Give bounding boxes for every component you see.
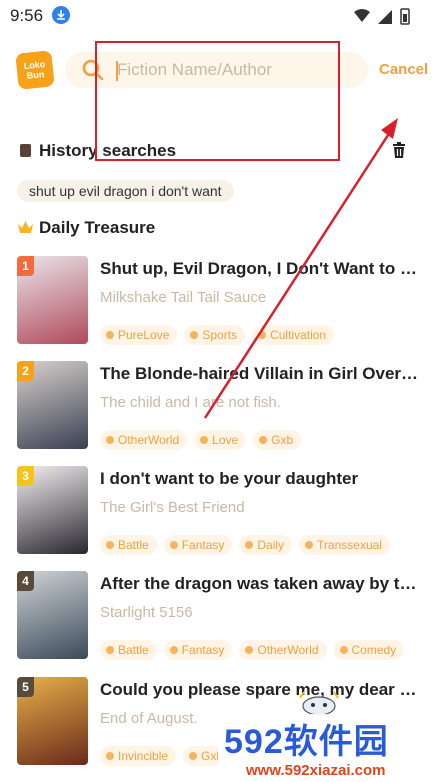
book-title[interactable]: Shut up, Evil Dragon, I Don't Want to Ra…	[100, 259, 420, 279]
genre-tag[interactable]: OtherWorld	[100, 430, 188, 450]
tag-icon	[258, 331, 267, 339]
treasure-title: Daily Treasure	[39, 218, 156, 237]
genre-tag[interactable]: Battle	[100, 535, 157, 555]
tag-icon	[245, 541, 254, 549]
tag-label: Love	[212, 433, 239, 447]
tag-icon	[106, 541, 114, 549]
tag-icon	[106, 436, 114, 444]
book-author: The child and I are not fish.	[100, 394, 281, 411]
app-logo: Loko Bun	[15, 50, 55, 90]
genre-tag[interactable]: Fantasy	[163, 535, 233, 555]
annotation-box	[95, 41, 340, 161]
tag-icon	[106, 752, 114, 760]
rank-badge: 4	[17, 571, 34, 591]
genre-tag[interactable]: Invincible	[100, 746, 177, 766]
tag-label: Transsexual	[317, 538, 382, 552]
tag-icon	[189, 752, 198, 760]
book-item[interactable]: 2 The Blonde-haired Villain in Girl Overl…	[0, 361, 440, 451]
download-icon	[52, 6, 70, 24]
book-cover[interactable]: 3	[17, 466, 88, 554]
book-tags: OtherWorld Love Gxb	[100, 430, 302, 450]
tag-label: Cultivation	[270, 328, 327, 342]
genre-tag[interactable]: Transsexual	[299, 535, 390, 555]
tag-icon	[106, 646, 114, 654]
tag-label: Battle	[118, 643, 149, 657]
genre-tag[interactable]: Fantasy	[163, 640, 233, 660]
genre-tag[interactable]: PureLove	[100, 325, 178, 345]
book-title[interactable]: After the dragon was taken away by the p…	[100, 574, 420, 594]
tag-label: Daily	[257, 538, 285, 552]
tag-label: PureLove	[118, 328, 170, 342]
tag-label: Gxb	[271, 433, 294, 447]
rank-badge: 2	[17, 361, 34, 381]
book-cover[interactable]: 5	[17, 677, 88, 765]
mascot-icon	[299, 691, 339, 716]
status-icons	[354, 8, 410, 25]
genre-tag[interactable]: Gxb	[253, 430, 302, 450]
book-cover[interactable]: 4	[17, 571, 88, 659]
genre-tag[interactable]: Comedy	[333, 640, 405, 660]
book-tags: Battle Fantasy OtherWorld Comedy	[100, 640, 405, 660]
tag-label: Invincible	[118, 749, 169, 763]
book-title[interactable]: Could you please spare me, my dear siste…	[100, 680, 420, 700]
book-tags: Battle Fantasy Daily Transsexual	[100, 535, 390, 555]
tag-label: OtherWorld	[257, 643, 319, 657]
crown-icon	[18, 221, 33, 233]
tag-label: Fantasy	[181, 643, 225, 657]
book-tags: PureLove Sports Cultivation	[100, 325, 335, 345]
book-item[interactable]: 3 I don't want to be your daughter The Gir…	[0, 466, 440, 556]
rank-badge: 3	[17, 466, 34, 486]
history-icon	[20, 144, 31, 157]
book-title[interactable]: The Blonde-haired Villain in Girl Overlo…	[100, 364, 420, 384]
tag-label: Fantasy	[181, 538, 225, 552]
tag-icon	[169, 646, 178, 654]
trash-icon[interactable]	[392, 142, 406, 158]
tag-icon	[259, 436, 268, 444]
book-item[interactable]: 1 Shut up, Evil Dragon, I Don't Want to R…	[0, 256, 440, 346]
genre-tag[interactable]: Cultivation	[252, 325, 335, 345]
genre-tag[interactable]: Love	[194, 430, 247, 450]
tag-icon	[339, 646, 348, 654]
history-chip[interactable]: shut up evil dragon i don't want	[17, 180, 234, 202]
genre-tag[interactable]: OtherWorld	[239, 640, 327, 660]
rank-badge: 1	[17, 256, 34, 276]
status-bar: 9:56	[0, 0, 440, 32]
status-time: 9:56	[10, 6, 44, 25]
book-title[interactable]: I don't want to be your daughter	[100, 469, 420, 489]
tag-label: Sports	[202, 328, 238, 342]
tag-icon	[106, 331, 114, 339]
tag-icon	[305, 541, 314, 549]
book-tags: Invincible Gxb	[100, 746, 232, 766]
book-author: Starlight 5156	[100, 604, 193, 621]
book-author: End of August.	[100, 710, 198, 727]
watermark: 592软件园 www.592xiazai.com	[218, 714, 440, 782]
tag-label: OtherWorld	[118, 433, 180, 447]
tag-icon	[190, 331, 199, 339]
tag-icon	[200, 436, 209, 444]
genre-tag[interactable]: Sports	[184, 325, 246, 345]
book-cover[interactable]: 2	[17, 361, 88, 449]
rank-badge: 5	[17, 677, 34, 697]
book-item[interactable]: 4 After the dragon was taken away by the …	[0, 571, 440, 661]
genre-tag[interactable]: Battle	[100, 640, 157, 660]
watermark-url: www.592xiazai.com	[246, 762, 386, 779]
book-cover[interactable]: 1	[17, 256, 88, 344]
tag-label: Battle	[118, 538, 149, 552]
book-author: Milkshake Tail Tail Sauce	[100, 289, 267, 306]
watermark-title: 592软件园	[224, 723, 389, 761]
genre-tag[interactable]: Daily	[239, 535, 293, 555]
tag-label: Comedy	[351, 643, 397, 657]
book-author: The Girl's Best Friend	[100, 499, 245, 516]
cancel-button[interactable]: Cancel	[379, 61, 428, 78]
tag-icon	[169, 541, 178, 549]
tag-icon	[245, 646, 254, 654]
